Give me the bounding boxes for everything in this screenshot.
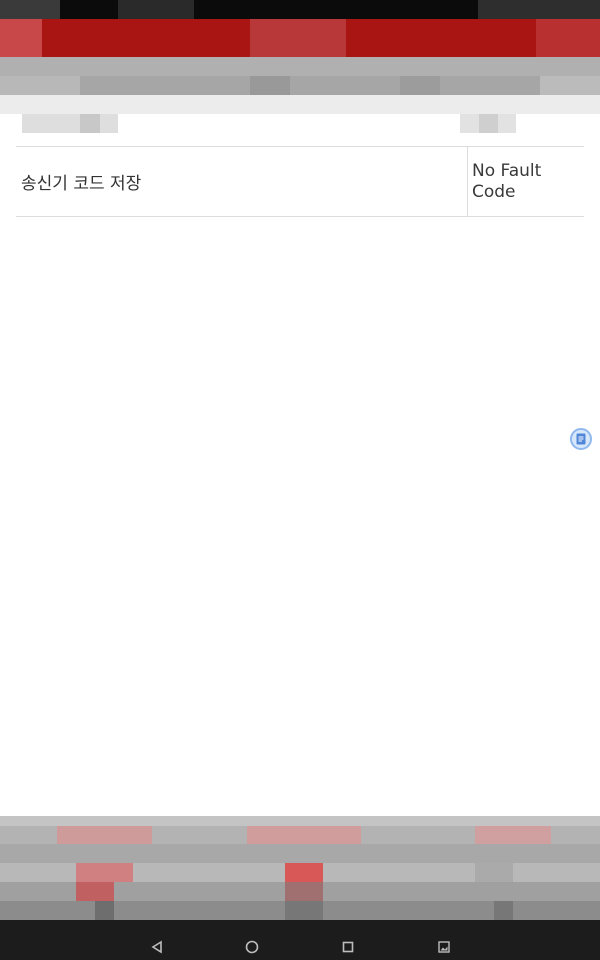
obscured-header-row-4 bbox=[0, 114, 600, 133]
obscured-toolbar-row-1 bbox=[0, 826, 600, 844]
screen: 송신기 코드 저장 No Fault Code bbox=[0, 0, 600, 960]
data-table: 송신기 코드 저장 No Fault Code bbox=[16, 146, 584, 217]
obscured-header-row-1 bbox=[0, 57, 600, 76]
row-value: No Fault Code bbox=[467, 147, 584, 216]
obscured-toolbar-row-5 bbox=[0, 901, 600, 920]
obscured-header-row-2 bbox=[0, 76, 600, 95]
row-name: 송신기 코드 저장 bbox=[21, 174, 142, 194]
obscured-toolbar-row-3 bbox=[0, 863, 600, 882]
obscured-header-row-3 bbox=[0, 95, 600, 114]
back-triangle-icon[interactable] bbox=[144, 934, 170, 960]
note-icon[interactable] bbox=[570, 428, 592, 450]
table-row[interactable]: 송신기 코드 저장 No Fault Code bbox=[16, 147, 584, 216]
home-circle-icon[interactable] bbox=[239, 934, 265, 960]
recent-apps-square-icon[interactable] bbox=[335, 934, 361, 960]
obscured-toolbar-row-4 bbox=[0, 882, 600, 901]
obscured-toolbar-top bbox=[0, 816, 600, 826]
app-bar bbox=[0, 19, 600, 57]
navigation-bar bbox=[0, 920, 600, 960]
status-bar bbox=[0, 0, 600, 19]
obscured-toolbar-row-2 bbox=[0, 844, 600, 863]
screenshot-icon[interactable] bbox=[431, 934, 457, 960]
